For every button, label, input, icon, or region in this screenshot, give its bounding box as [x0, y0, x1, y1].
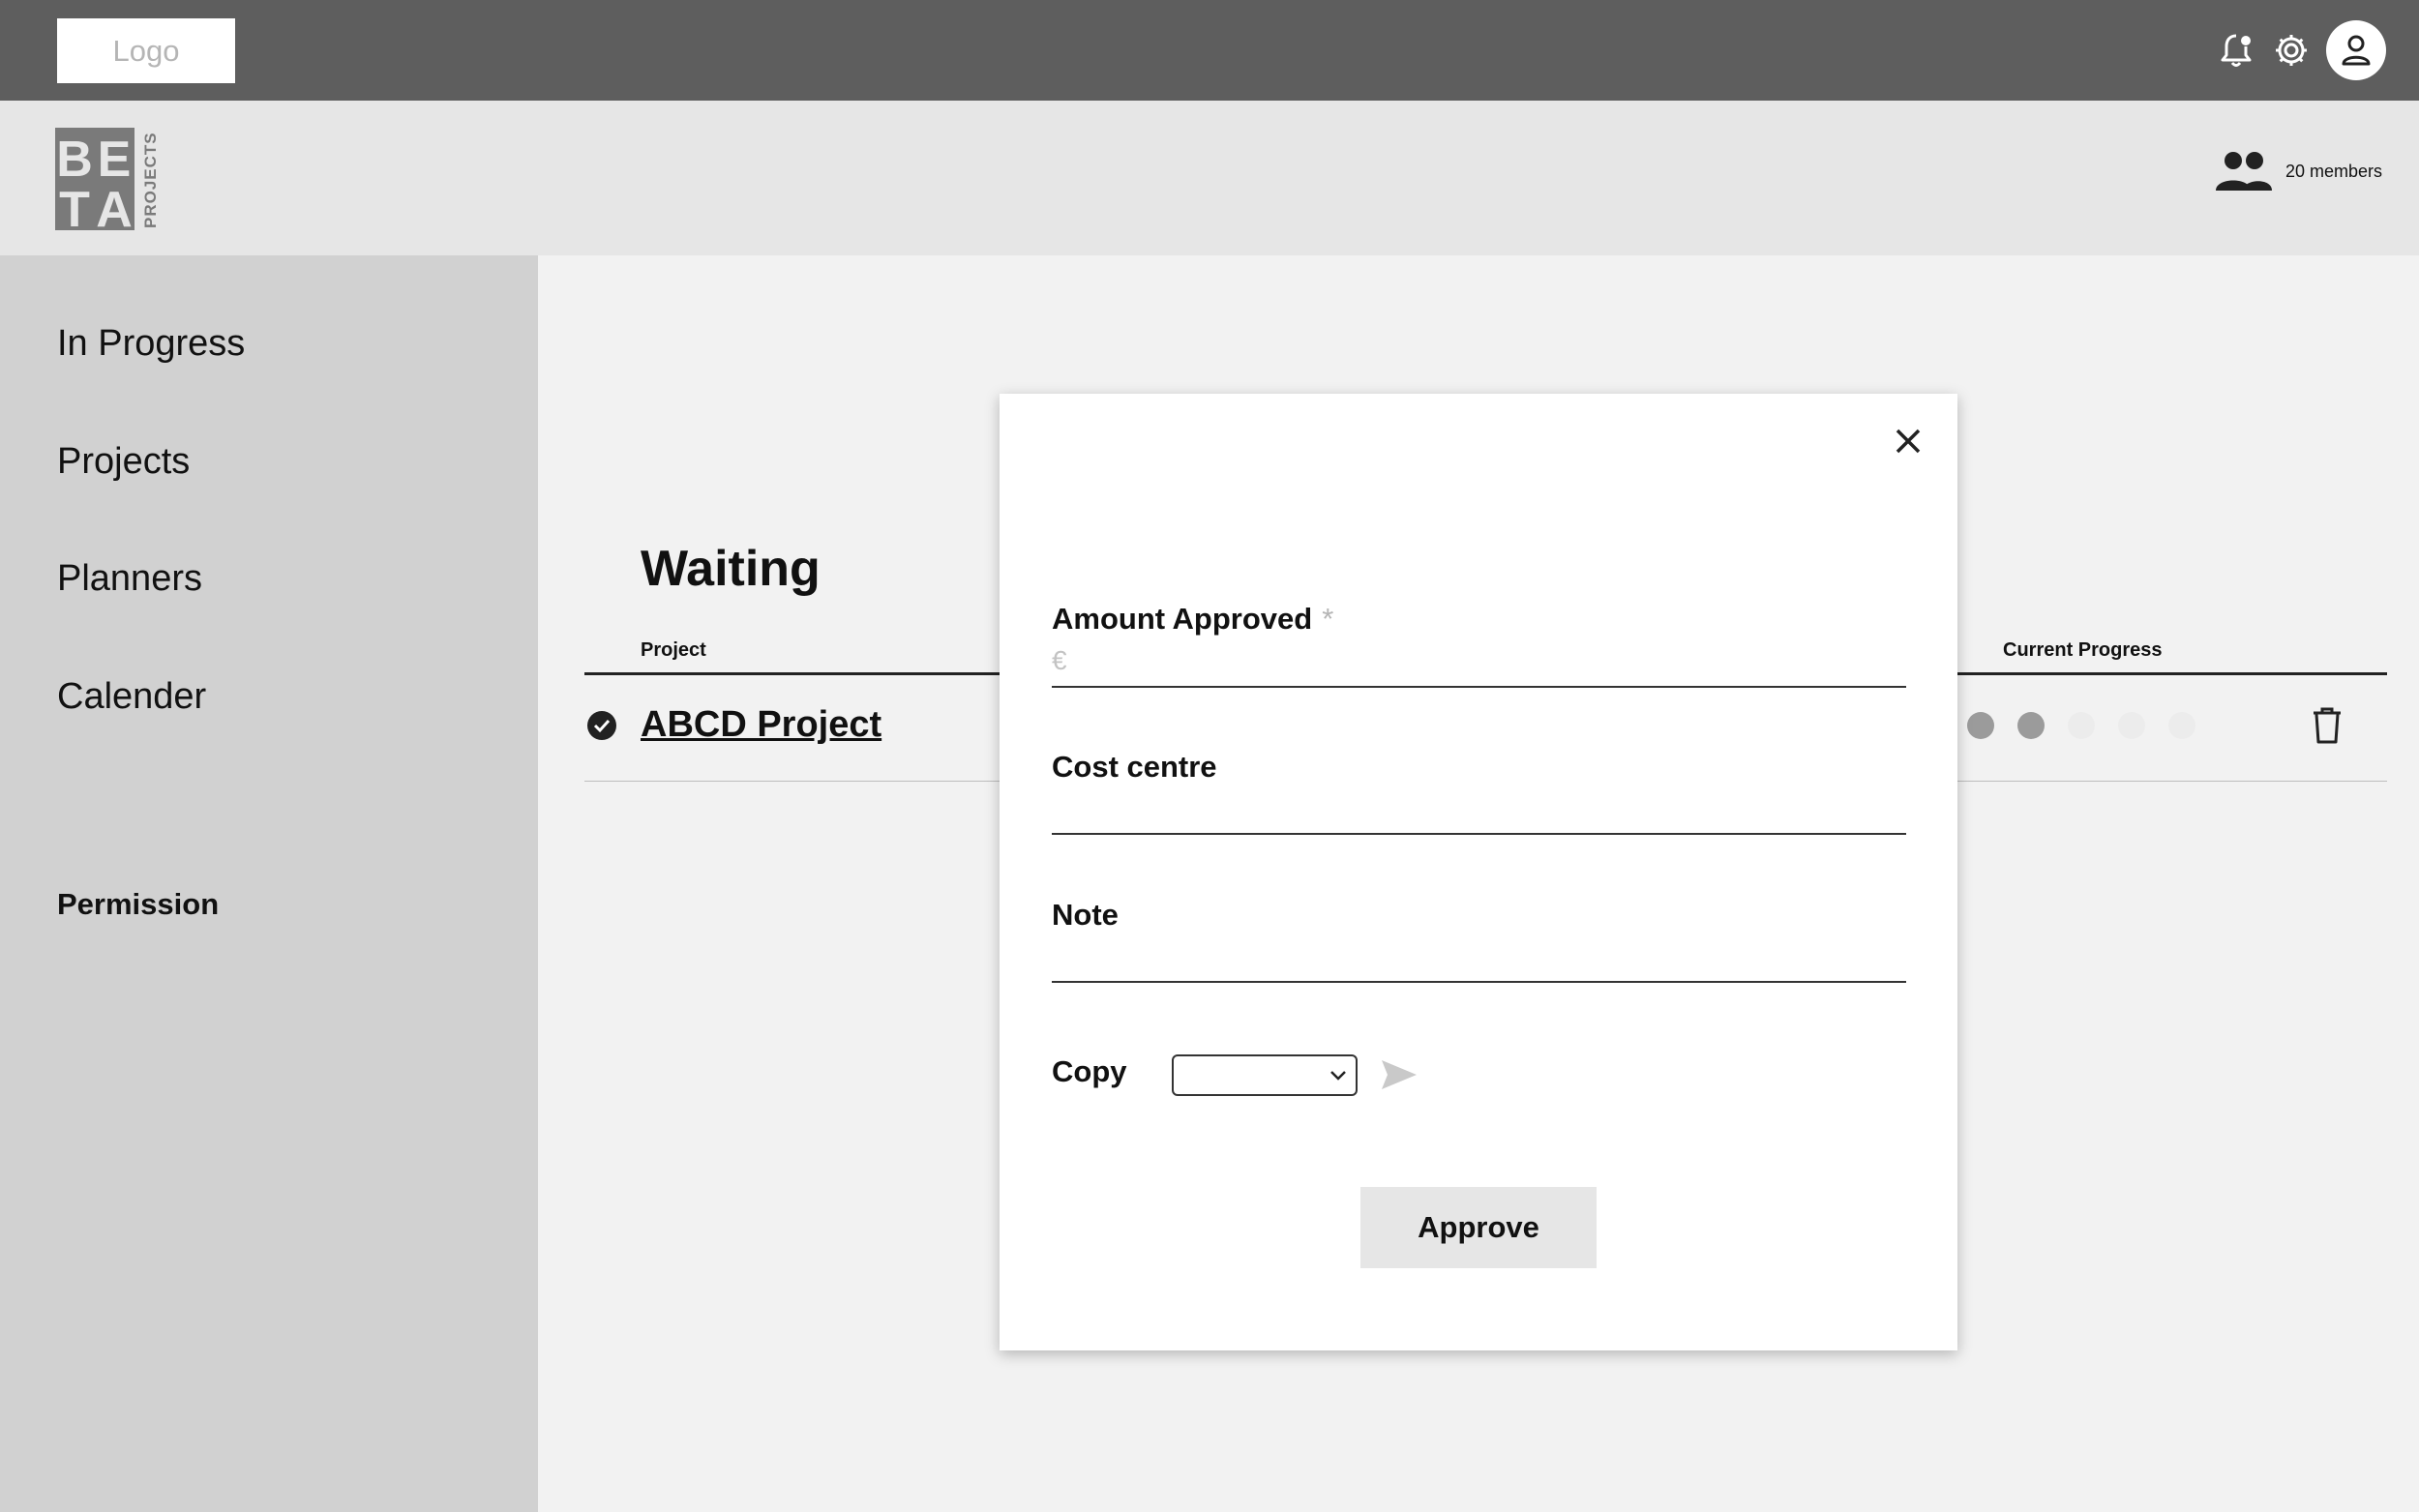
send-icon[interactable]: [1380, 1058, 1419, 1096]
progress-indicator: [1967, 712, 2195, 739]
amount-approved-input[interactable]: [1052, 641, 1906, 688]
required-asterisk: *: [1322, 602, 1334, 636]
members-count[interactable]: 20 members: [2214, 150, 2382, 193]
top-bar: Logo: [0, 0, 2419, 101]
column-header-project[interactable]: Project: [641, 639, 706, 662]
amount-approved-label: Amount Approved *: [1052, 602, 1333, 637]
cost-centre-input[interactable]: [1052, 788, 1906, 835]
sidebar-item-permission[interactable]: Permission: [57, 887, 219, 922]
check-circle-icon[interactable]: [586, 710, 617, 746]
note-input[interactable]: [1052, 936, 1906, 983]
progress-step-pending: [2068, 712, 2095, 739]
progress-step-complete: [2017, 712, 2045, 739]
sidebar: In Progress Projects Planners Calender P…: [0, 255, 538, 1512]
sidebar-item-projects[interactable]: Projects: [57, 441, 190, 483]
close-icon[interactable]: [1887, 420, 1929, 462]
copy-select[interactable]: [1172, 1054, 1358, 1096]
notification-bell-icon[interactable]: [2211, 25, 2261, 75]
sidebar-item-planners[interactable]: Planners: [57, 558, 202, 600]
brand-letter-e: E: [98, 132, 132, 188]
brand-letter-t: T: [59, 182, 90, 230]
note-label: Note: [1052, 898, 1119, 932]
amount-approved-label-text: Amount Approved: [1052, 602, 1313, 636]
brand-letter-b: B: [56, 132, 93, 188]
user-account-icon[interactable]: [2326, 20, 2386, 80]
brand-word: PROJECTS: [141, 132, 160, 228]
progress-step-pending: [2168, 712, 2195, 739]
section-title: Waiting: [641, 541, 821, 597]
trash-icon[interactable]: [2313, 707, 2342, 749]
sidebar-item-calender[interactable]: Calender: [57, 676, 206, 718]
brand-header: [0, 101, 2419, 255]
approve-modal: Amount Approved * € Cost centre Note Copy…: [1000, 394, 1957, 1350]
logo-placeholder[interactable]: Logo: [57, 18, 235, 83]
cost-centre-label: Cost centre: [1052, 750, 1217, 784]
progress-step-complete: [1967, 712, 1994, 739]
beta-projects-logo: B E T A PROJECTS: [55, 128, 164, 238]
group-people-icon: [2216, 152, 2272, 191]
chevron-down-icon: [1330, 1070, 1346, 1081]
column-header-current-progress[interactable]: Current Progress: [2003, 639, 2163, 662]
sidebar-item-in-progress[interactable]: In Progress: [57, 323, 245, 365]
brand-letter-a: A: [96, 182, 133, 230]
members-label: 20 members: [2285, 161, 2383, 181]
approve-button[interactable]: Approve: [1360, 1187, 1597, 1268]
copy-label: Copy: [1052, 1054, 1127, 1088]
settings-gear-icon[interactable]: [2266, 25, 2316, 75]
progress-step-pending: [2118, 712, 2145, 739]
logo-text: Logo: [112, 33, 180, 68]
project-name-link[interactable]: ABCD Project: [641, 704, 881, 746]
beta-logo-graphic: B E T A PROJECTS: [55, 128, 160, 238]
